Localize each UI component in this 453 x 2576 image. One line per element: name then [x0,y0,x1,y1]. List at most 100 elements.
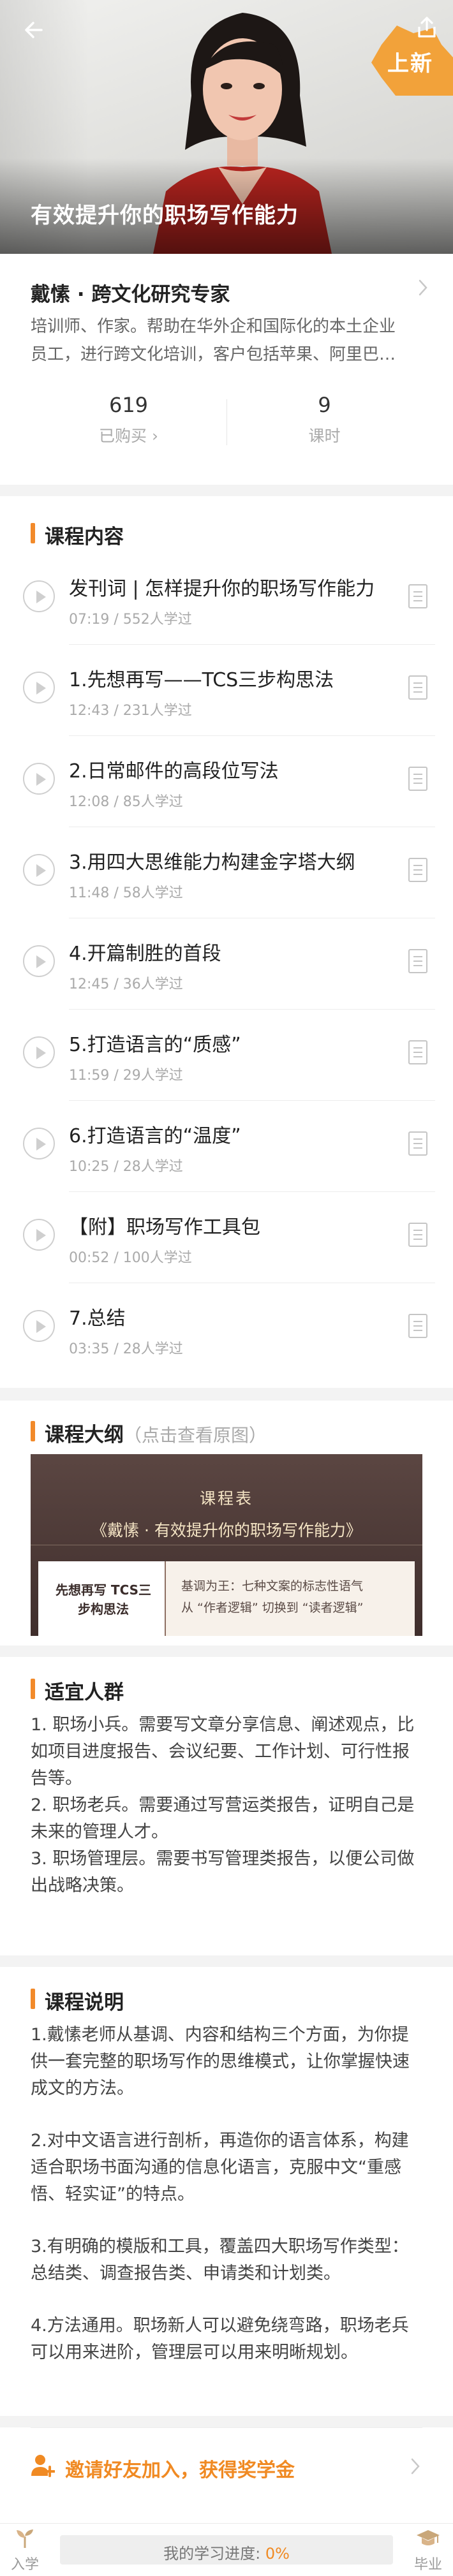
purchased-count: 619 [108,393,149,417]
description-item-3: 3.有明确的模版和工具，覆盖四大职场写作类型：总结类、调查报告类、申请类和计划类… [31,2237,409,2283]
course-outline-heading-text: 课程大纲 [45,1424,124,1446]
purchased-stat[interactable]: 619 已购买 › [31,393,226,446]
play-circle-icon[interactable] [23,1036,55,1068]
back-button[interactable] [18,14,50,46]
audience-heading-text: 适宜人群 [45,1681,124,1704]
chevron-right-icon [411,2458,420,2475]
document-icon[interactable] [408,1314,427,1338]
audience-item-1: 1. 职场小兵。需要写文章分享信息、阐述观点，比如项目进度报告、会议纪要、工作计… [31,1715,415,1788]
course-outline-section: 课程大纲（点击查看原图） 课程表 《戴愫 · 有效提升你的职场写作能力》 先想再… [0,1401,453,1645]
course-content-section: 课程内容 发刊词 | 怎样提升你的职场写作能力 07:19 / 552人学过 1.先… [0,496,453,1388]
graduate-marker: 毕业 [412,2528,444,2573]
lesson-item[interactable]: 2.日常邮件的高段位写法 12:08 / 85人学过 [18,736,435,827]
progress-text: 我的学习进度: 0% [60,2541,393,2563]
seedling-icon [17,2529,33,2548]
lesson-title: 1.先想再写——TCS三步构思法 [69,669,334,691]
lesson-meta: 12:08 / 85人学过 [69,794,183,810]
progress-track: 我的学习进度: 0% [60,2535,393,2565]
lesson-item[interactable]: 6.打造语言的“温度” 10:25 / 28人学过 [18,1101,435,1192]
instructor-card[interactable]: 戴愫 · 跨文化研究专家 培训师、作家。帮助在华外企和国际化的本土企业 员工，进… [0,254,453,485]
lesson-meta: 12:43 / 231人学过 [69,703,192,719]
course-content-heading-text: 课程内容 [45,526,124,548]
document-icon[interactable] [408,584,427,608]
audience-item-3: 3. 职场管理层。需要书写管理类报告，以便公司做出战略决策。 [31,1849,415,1895]
invite-text: 邀请好友加入，获得奖学金 [65,2459,295,2482]
course-hero: 上新 有效提升你的职场写作能力 [0,0,453,254]
course-outline-heading: 课程大纲（点击查看原图） [31,1418,267,1447]
play-circle-icon[interactable] [23,672,55,703]
audience-body: 1. 职场小兵。需要写文章分享信息、阐述观点，比如项目进度报告、会议纪要、工作计… [31,1712,424,1899]
document-icon[interactable] [408,1223,427,1247]
play-circle-icon[interactable] [23,854,55,886]
outline-image-title: 课程表 [199,1489,253,1508]
lesson-title: 7.总结 [69,1307,126,1330]
instructor-desc: 培训师、作家。帮助在华外企和国际化的本土企业 员工，进行跨文化培训，客户包括苹果… [31,313,426,369]
description-heading: 课程说明 [31,1986,124,2015]
description-item-1: 1.戴愫老师从基调、内容和结构三个方面，为你提供一套完整的职场写作的思维模式，让… [31,2025,410,2098]
lesson-meta: 11:59 / 29人学过 [69,1068,183,1084]
lesson-meta: 11:48 / 58人学过 [69,885,183,901]
audience-item-2: 2. 职场老兵。需要通过写营运类报告，证明自己是未来的管理人才。 [31,1795,415,1842]
description-item-4: 4.方法通用。职场新人可以避免绕弯路，职场老兵可以用来进阶，管理层可以用来明晰规… [31,2316,409,2362]
course-stats: 619 已购买 › 9 课时 [31,393,422,452]
document-icon[interactable] [408,1040,427,1064]
outline-hint[interactable]: （点击查看原图） [124,1425,267,1446]
lesson-meta: 03:35 / 28人学过 [69,1341,183,1357]
play-circle-icon[interactable] [23,1310,55,1342]
share-button[interactable] [411,11,443,43]
lesson-item[interactable]: 5.打造语言的“质感” 11:59 / 29人学过 [18,1010,435,1101]
chevron-right-icon [419,279,427,296]
lesson-item[interactable]: 7.总结 03:35 / 28人学过 [18,1283,435,1374]
purchased-label: 已购买 › [99,427,158,445]
lesson-count-stat: 9 课时 [226,393,422,446]
description-item-2: 2.对中文语言进行剖析，再造你的语言体系，构建适合职场书面沟通的信息化语言，克服… [31,2131,409,2204]
document-icon[interactable] [408,1131,427,1156]
document-icon[interactable] [408,675,427,700]
share-icon [418,17,436,38]
outline-table-right: 基调为王：七种文案的标志性语气 从 “作者逻辑” 切换到 “读者逻辑” [181,1575,405,1619]
document-icon[interactable] [408,767,427,791]
document-icon[interactable] [408,858,427,882]
lesson-item[interactable]: 4.开篇制胜的首段 12:45 / 36人学过 [18,918,435,1010]
outline-table-right-1: 基调为王：七种文案的标志性语气 [181,1579,364,1593]
outline-table-left-text: 先想再写 TCS三步构思法 [55,1582,152,1617]
lesson-item[interactable]: 发刊词 | 怎样提升你的职场写作能力 07:19 / 552人学过 [18,554,435,645]
lesson-meta: 12:45 / 36人学过 [69,976,183,992]
description-heading-text: 课程说明 [45,1991,124,2014]
graduation-cap-icon [417,2530,440,2545]
play-circle-icon[interactable] [23,1128,55,1159]
outline-image-table: 先想再写 TCS三步构思法 基调为王：七种文案的标志性语气 从 “作者逻辑” 切… [38,1561,415,1636]
play-circle-icon[interactable] [23,763,55,795]
lesson-title: 3.用四大思维能力构建金字塔大纲 [69,851,355,874]
course-title: 有效提升你的职场写作能力 [31,203,299,228]
lesson-meta: 10:25 / 28人学过 [69,1159,183,1175]
progress-value: 0% [265,2545,290,2563]
course-description-section: 课程说明 1.戴愫老师从基调、内容和结构三个方面，为你提供一套完整的职场写作的思… [0,1967,453,2416]
instructor-name: 戴愫 · 跨文化研究专家 [31,283,230,306]
instructor-desc-line2: 员工，进行跨文化培训，客户包括苹果、阿里巴… [31,345,396,364]
description-body: 1.戴愫老师从基调、内容和结构三个方面，为你提供一套完整的职场写作的思维模式，让… [31,2022,424,2392]
lesson-item[interactable]: 1.先想再写——TCS三步构思法 12:43 / 231人学过 [18,645,435,736]
course-content-heading: 课程内容 [31,520,124,549]
lesson-title: 发刊词 | 怎样提升你的职场写作能力 [69,578,375,600]
badge-label: 上新 [387,51,433,77]
target-audience-section: 适宜人群 1. 职场小兵。需要写文章分享信息、阐述观点，比如项目进度报告、会议纪… [0,1657,453,1955]
invite-friends-button[interactable]: 邀请好友加入，获得奖学金 [31,2441,422,2492]
instructor-desc-line1: 培训师、作家。帮助在华外企和国际化的本土企业 [31,317,396,336]
document-icon[interactable] [408,949,427,973]
play-circle-icon[interactable] [23,580,55,612]
learning-progress-bar: 入学 我的学习进度: 0% 毕业 [0,2523,453,2576]
invite-section: 邀请好友加入，获得奖学金 [0,2427,453,2523]
lesson-title: 6.打造语言的“温度” [69,1125,241,1147]
play-circle-icon[interactable] [23,1219,55,1251]
audience-heading: 适宜人群 [31,1676,124,1705]
lesson-title: 4.开篇制胜的首段 [69,943,221,965]
lesson-item[interactable]: 【附】职场写作工具包 00:52 / 100人学过 [18,1192,435,1283]
outline-image[interactable]: 课程表 《戴愫 · 有效提升你的职场写作能力》 先想再写 TCS三步构思法 基调… [31,1454,422,1636]
lesson-item[interactable]: 3.用四大思维能力构建金字塔大纲 11:48 / 58人学过 [18,827,435,918]
outline-table-left: 先想再写 TCS三步构思法 [38,1561,166,1636]
lesson-meta: 00:52 / 100人学过 [69,1250,192,1266]
person-add-icon [31,2455,55,2477]
play-circle-icon[interactable] [23,945,55,977]
arrow-left-icon [25,22,43,38]
